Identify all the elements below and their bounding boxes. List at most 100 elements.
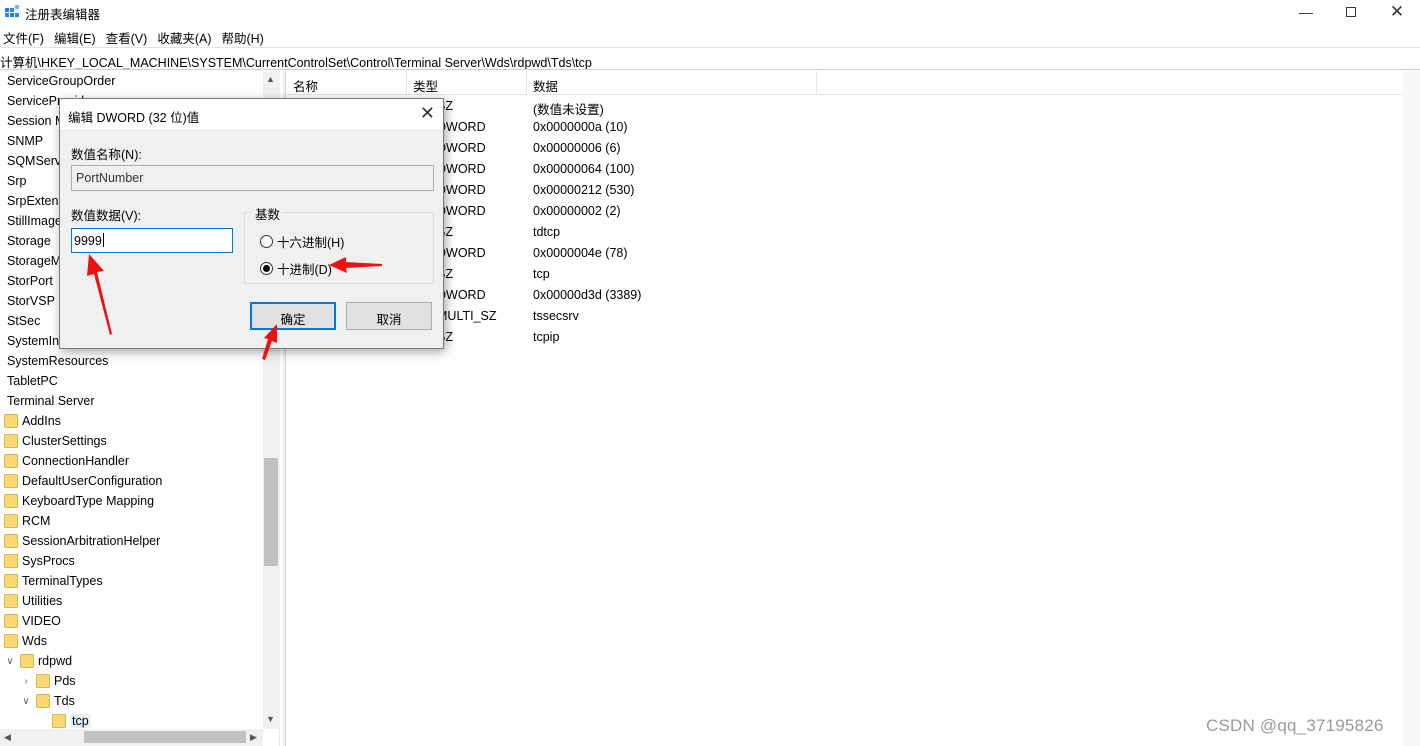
menu-favorites[interactable]: 收藏夹(A) [154, 26, 218, 46]
list-row[interactable]: SZ tcp [287, 264, 1387, 285]
chevron-right-icon[interactable]: › [20, 676, 32, 687]
folder-icon [4, 594, 18, 608]
tree-item-tcp[interactable]: tcp [52, 711, 91, 731]
folder-icon [4, 634, 18, 648]
value-name-label: 数值名称(N): [71, 148, 142, 162]
value-data-input[interactable]: 9999 [71, 228, 233, 253]
address-bar[interactable]: 计算机\HKEY_LOCAL_MACHINE\SYSTEM\CurrentCon… [0, 47, 1420, 70]
tree-item[interactable]: KeyboardType Mapping [4, 491, 154, 511]
tree-item[interactable]: Srp [7, 171, 26, 191]
list-row[interactable]: DWORD 0x00000002 (2) [287, 201, 1387, 222]
base-label: 基数 [252, 204, 284, 223]
close-button[interactable]: ✕ [1374, 0, 1420, 24]
edit-dword-dialog: 编辑 DWORD (32 位)值 ✕ 数值名称(N): PortNumber 数… [59, 98, 444, 349]
radio-checked-icon [260, 262, 273, 275]
value-data-label: 数值数据(V): [71, 209, 142, 223]
tree-item[interactable]: SessionArbitrationHelper [4, 531, 160, 551]
menu-edit[interactable]: 编辑(E) [51, 26, 103, 46]
tree-item[interactable]: TerminalTypes [4, 571, 103, 591]
tree-item[interactable]: SNMP [7, 131, 43, 151]
menu-help[interactable]: 帮助(H) [218, 26, 270, 46]
maximize-button[interactable] [1328, 0, 1374, 24]
list-row[interactable]: SZ tcpip [287, 327, 1387, 348]
menu-view[interactable]: 查看(V) [103, 26, 155, 46]
tree-item[interactable]: StorVSP [7, 291, 55, 311]
minimize-button[interactable]: — [1283, 0, 1329, 24]
list-row[interactable]: DWORD 0x00000064 (100) [287, 159, 1387, 180]
scroll-down-icon[interactable]: ▼ [266, 714, 275, 724]
tree-item-pds[interactable]: › Pds [20, 671, 76, 691]
column-header-type[interactable]: 类型 [407, 71, 527, 95]
tree-item-rdpwd[interactable]: ∨ rdpwd [4, 651, 72, 671]
list-row[interactable]: DWORD 0x00000006 (6) [287, 138, 1387, 159]
scroll-right-icon[interactable]: ▶ [250, 732, 257, 743]
menu-file[interactable]: 文件(F) [0, 26, 51, 46]
tree-item[interactable]: RCM [4, 511, 50, 531]
list-row[interactable]: MULTI_SZ tssecsrv [287, 306, 1387, 327]
watermark: CSDN @qq_37195826 [1206, 716, 1384, 735]
folder-icon [4, 574, 18, 588]
tree-item-terminal-server[interactable]: Terminal Server [7, 391, 95, 411]
values-list: 名称 类型 数据 SZ (数值未设置) DWORD 0x0000000a (10) … [287, 71, 1420, 746]
minimize-icon: — [1299, 4, 1313, 20]
tree-item[interactable]: Storage [7, 231, 51, 251]
tree-item[interactable]: Wds [4, 631, 47, 651]
folder-icon [4, 494, 18, 508]
chevron-down-icon[interactable]: ∨ [4, 656, 16, 667]
scroll-up-icon[interactable]: ▲ [266, 74, 275, 84]
column-header-name[interactable]: 名称 [287, 71, 407, 95]
tree-item[interactable]: SysProcs [4, 551, 75, 571]
value-name-field: PortNumber [71, 165, 434, 191]
title-bar: 注册表编辑器 — ✕ [0, 0, 1420, 24]
maximize-icon [1346, 7, 1356, 17]
list-row[interactable]: DWORD 0x0000004e (78) [287, 243, 1387, 264]
list-row[interactable]: SZ (数值未设置) [287, 96, 1387, 117]
list-row[interactable]: SZ tdtcp [287, 222, 1387, 243]
folder-icon [4, 514, 18, 528]
tree-item[interactable]: AddIns [4, 411, 61, 431]
folder-icon [4, 454, 18, 468]
folder-icon [36, 694, 50, 708]
list-row[interactable]: DWORD 0x0000000a (10) [287, 117, 1387, 138]
ok-button[interactable]: 确定 [250, 302, 336, 330]
column-header-data[interactable]: 数据 [527, 71, 817, 95]
tree-item[interactable]: DefaultUserConfiguration [4, 471, 162, 491]
tree-item[interactable]: StillImage [7, 211, 62, 231]
tree-item[interactable]: StorPort [7, 271, 53, 291]
tree-item[interactable]: StSec [7, 311, 40, 331]
tree-item[interactable]: SystemResources [7, 351, 108, 371]
folder-icon [4, 414, 18, 428]
window-title: 注册表编辑器 [25, 8, 101, 22]
tree-item[interactable]: Utilities [4, 591, 62, 611]
tree-item[interactable]: ConnectionHandler [4, 451, 129, 471]
tree-item[interactable]: ClusterSettings [4, 431, 107, 451]
folder-icon [36, 674, 50, 688]
radio-icon [260, 235, 273, 248]
dialog-title: 编辑 DWORD (32 位)值 [68, 111, 200, 125]
folder-icon [4, 534, 18, 548]
chevron-down-icon[interactable]: ∨ [20, 696, 32, 707]
tree-item[interactable]: ServiceGroupOrder [7, 71, 115, 91]
tree-item[interactable]: VIDEO [4, 611, 61, 631]
cancel-button[interactable]: 取消 [346, 302, 432, 330]
tree-vertical-scroll-thumb[interactable] [264, 458, 278, 566]
list-header: 名称 类型 数据 [287, 71, 1420, 95]
radio-hexadecimal[interactable]: 十六进制(H) [260, 232, 344, 251]
menu-bar: 文件(F) 编辑(E) 查看(V) 收藏夹(A) 帮助(H) [0, 26, 271, 46]
folder-icon [4, 474, 18, 488]
folder-icon [4, 434, 18, 448]
list-row[interactable]: DWORD 0x00000212 (530) [287, 180, 1387, 201]
close-icon: ✕ [1389, 2, 1405, 21]
scroll-left-icon[interactable]: ◀ [4, 732, 11, 743]
tree-item[interactable]: TabletPC [7, 371, 58, 391]
folder-icon [20, 654, 34, 668]
folder-icon [4, 554, 18, 568]
folder-icon [4, 614, 18, 628]
tree-horizontal-scroll-thumb[interactable] [84, 731, 246, 743]
tree-item-tds[interactable]: ∨ Tds [20, 691, 75, 711]
list-vertical-scrollbar[interactable] [1402, 71, 1420, 746]
dialog-close-icon[interactable]: ✕ [420, 103, 435, 124]
folder-icon [52, 714, 66, 728]
list-row[interactable]: DWORD 0x00000d3d (3389) [287, 285, 1387, 306]
radio-decimal[interactable]: 十进制(D) [260, 259, 332, 278]
